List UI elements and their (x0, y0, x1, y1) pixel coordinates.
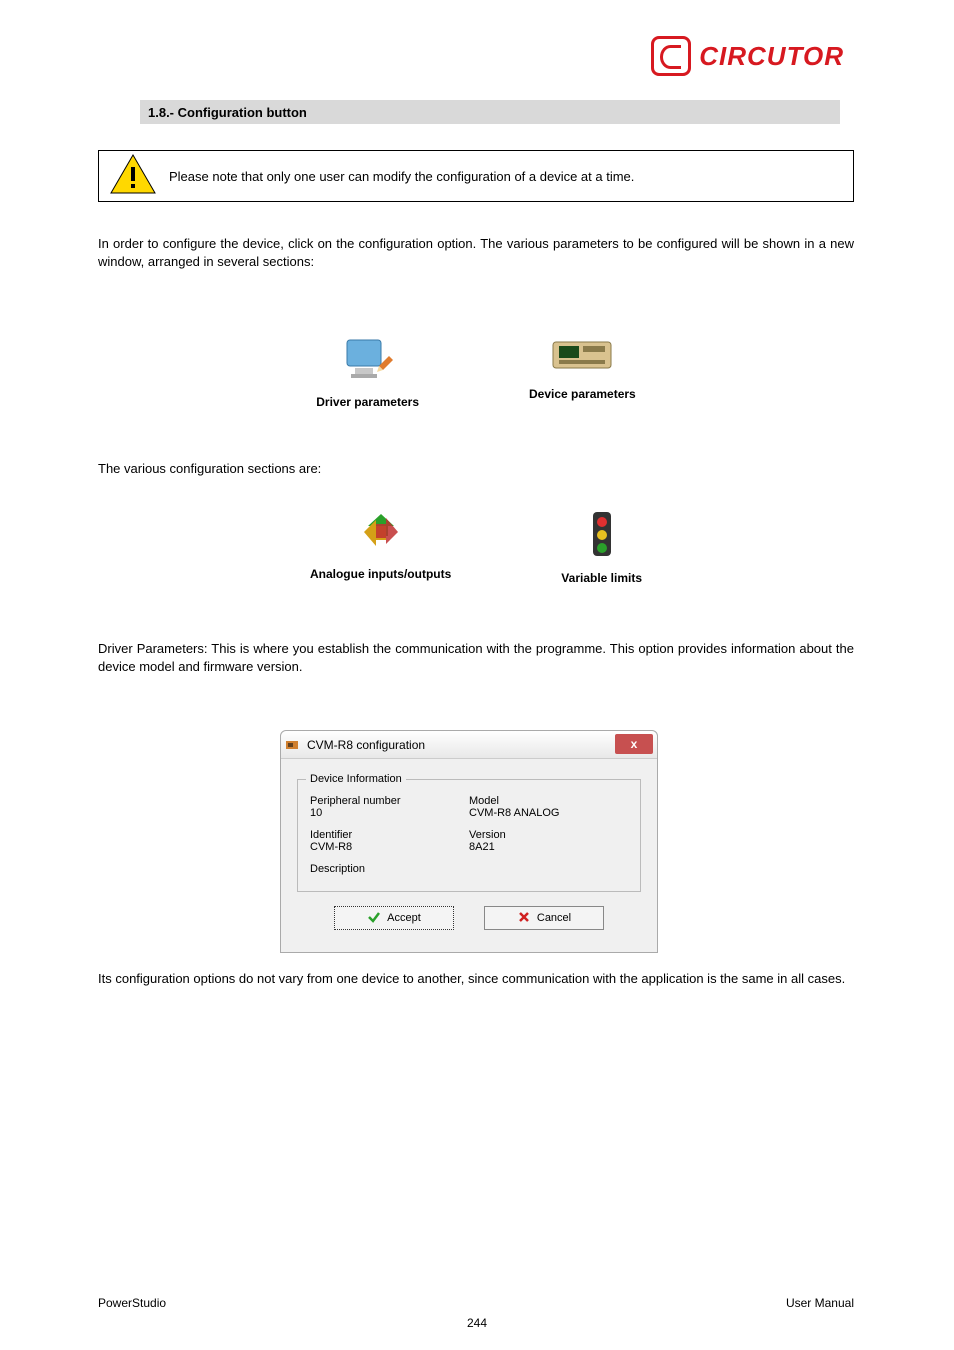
close-icon: x (631, 737, 638, 751)
section-heading: 1.8.- Configuration button (140, 100, 840, 124)
config-dialog: CVM-R8 configuration x Device Informatio… (280, 730, 658, 953)
monitor-pencil-icon (341, 336, 395, 389)
warning-text: Please note that only one user can modif… (169, 169, 634, 184)
driver-parameters-label: Driver parameters (316, 395, 419, 409)
variable-limits-label: Variable limits (561, 571, 642, 585)
analogue-io-label: Analogue inputs/outputs (310, 567, 451, 581)
analogue-io-item[interactable]: Analogue inputs/outputs (310, 510, 451, 585)
variable-limits-item[interactable]: Variable limits (561, 510, 642, 585)
accept-button[interactable]: Accept (334, 906, 454, 930)
identifier-value: CVM-R8 (310, 841, 469, 853)
dialog-button-row: Accept Cancel (297, 892, 641, 946)
description-label: Description (310, 863, 469, 875)
brand-logo-text: CIRCUTOR (699, 41, 844, 72)
traffic-light-icon (589, 510, 615, 565)
cancel-button-label: Cancel (537, 912, 571, 924)
footer-right: User Manual (786, 1296, 854, 1310)
fieldset-legend: Device Information (306, 773, 406, 785)
check-icon (367, 910, 381, 927)
brand-logo: CIRCUTOR (651, 36, 844, 76)
close-button[interactable]: x (615, 734, 653, 754)
brand-logo-mark (651, 36, 691, 76)
model-label: Model (469, 795, 628, 807)
icon-row-2: Analogue inputs/outputs Variable limits (98, 510, 854, 585)
page-number: 244 (467, 1316, 487, 1330)
sections-intro-text: The various configuration sections are: (98, 460, 854, 478)
dialog-title-text: CVM-R8 configuration (307, 738, 425, 752)
x-icon (517, 910, 531, 927)
version-value: 8A21 (469, 841, 628, 853)
arrows-cycle-icon (356, 510, 406, 561)
page-footer: PowerStudio User Manual (98, 1296, 854, 1310)
driver-parameters-item[interactable]: Driver parameters (316, 336, 419, 409)
peripheral-number-label: Peripheral number (310, 795, 469, 807)
driver-params-paragraph: Driver Parameters: This is where you est… (98, 640, 854, 676)
peripheral-number-value: 10 (310, 807, 469, 819)
warning-callout: Please note that only one user can modif… (98, 150, 854, 202)
intro-paragraph: In order to configure the device, click … (98, 235, 854, 271)
device-parameters-item[interactable]: Device parameters (529, 336, 636, 409)
identifier-label: Identifier (310, 829, 469, 841)
model-value: CVM-R8 ANALOG (469, 807, 628, 819)
device-parameters-label: Device parameters (529, 387, 636, 401)
driver-params-paragraph-2: Its configuration options do not vary fr… (98, 970, 854, 988)
warning-icon (109, 153, 157, 200)
dialog-body: Device Information Peripheral number 10 … (281, 759, 657, 952)
icon-row-1: Driver parameters Device parameters (98, 336, 854, 409)
device-info-fieldset: Device Information Peripheral number 10 … (297, 773, 641, 892)
section-heading-text: 1.8.- Configuration button (148, 105, 307, 120)
version-label: Version (469, 829, 628, 841)
accept-button-label: Accept (387, 912, 421, 924)
footer-left: PowerStudio (98, 1296, 166, 1310)
device-module-icon (551, 336, 613, 381)
cancel-button[interactable]: Cancel (484, 906, 604, 930)
dialog-titlebar: CVM-R8 configuration x (281, 731, 657, 759)
